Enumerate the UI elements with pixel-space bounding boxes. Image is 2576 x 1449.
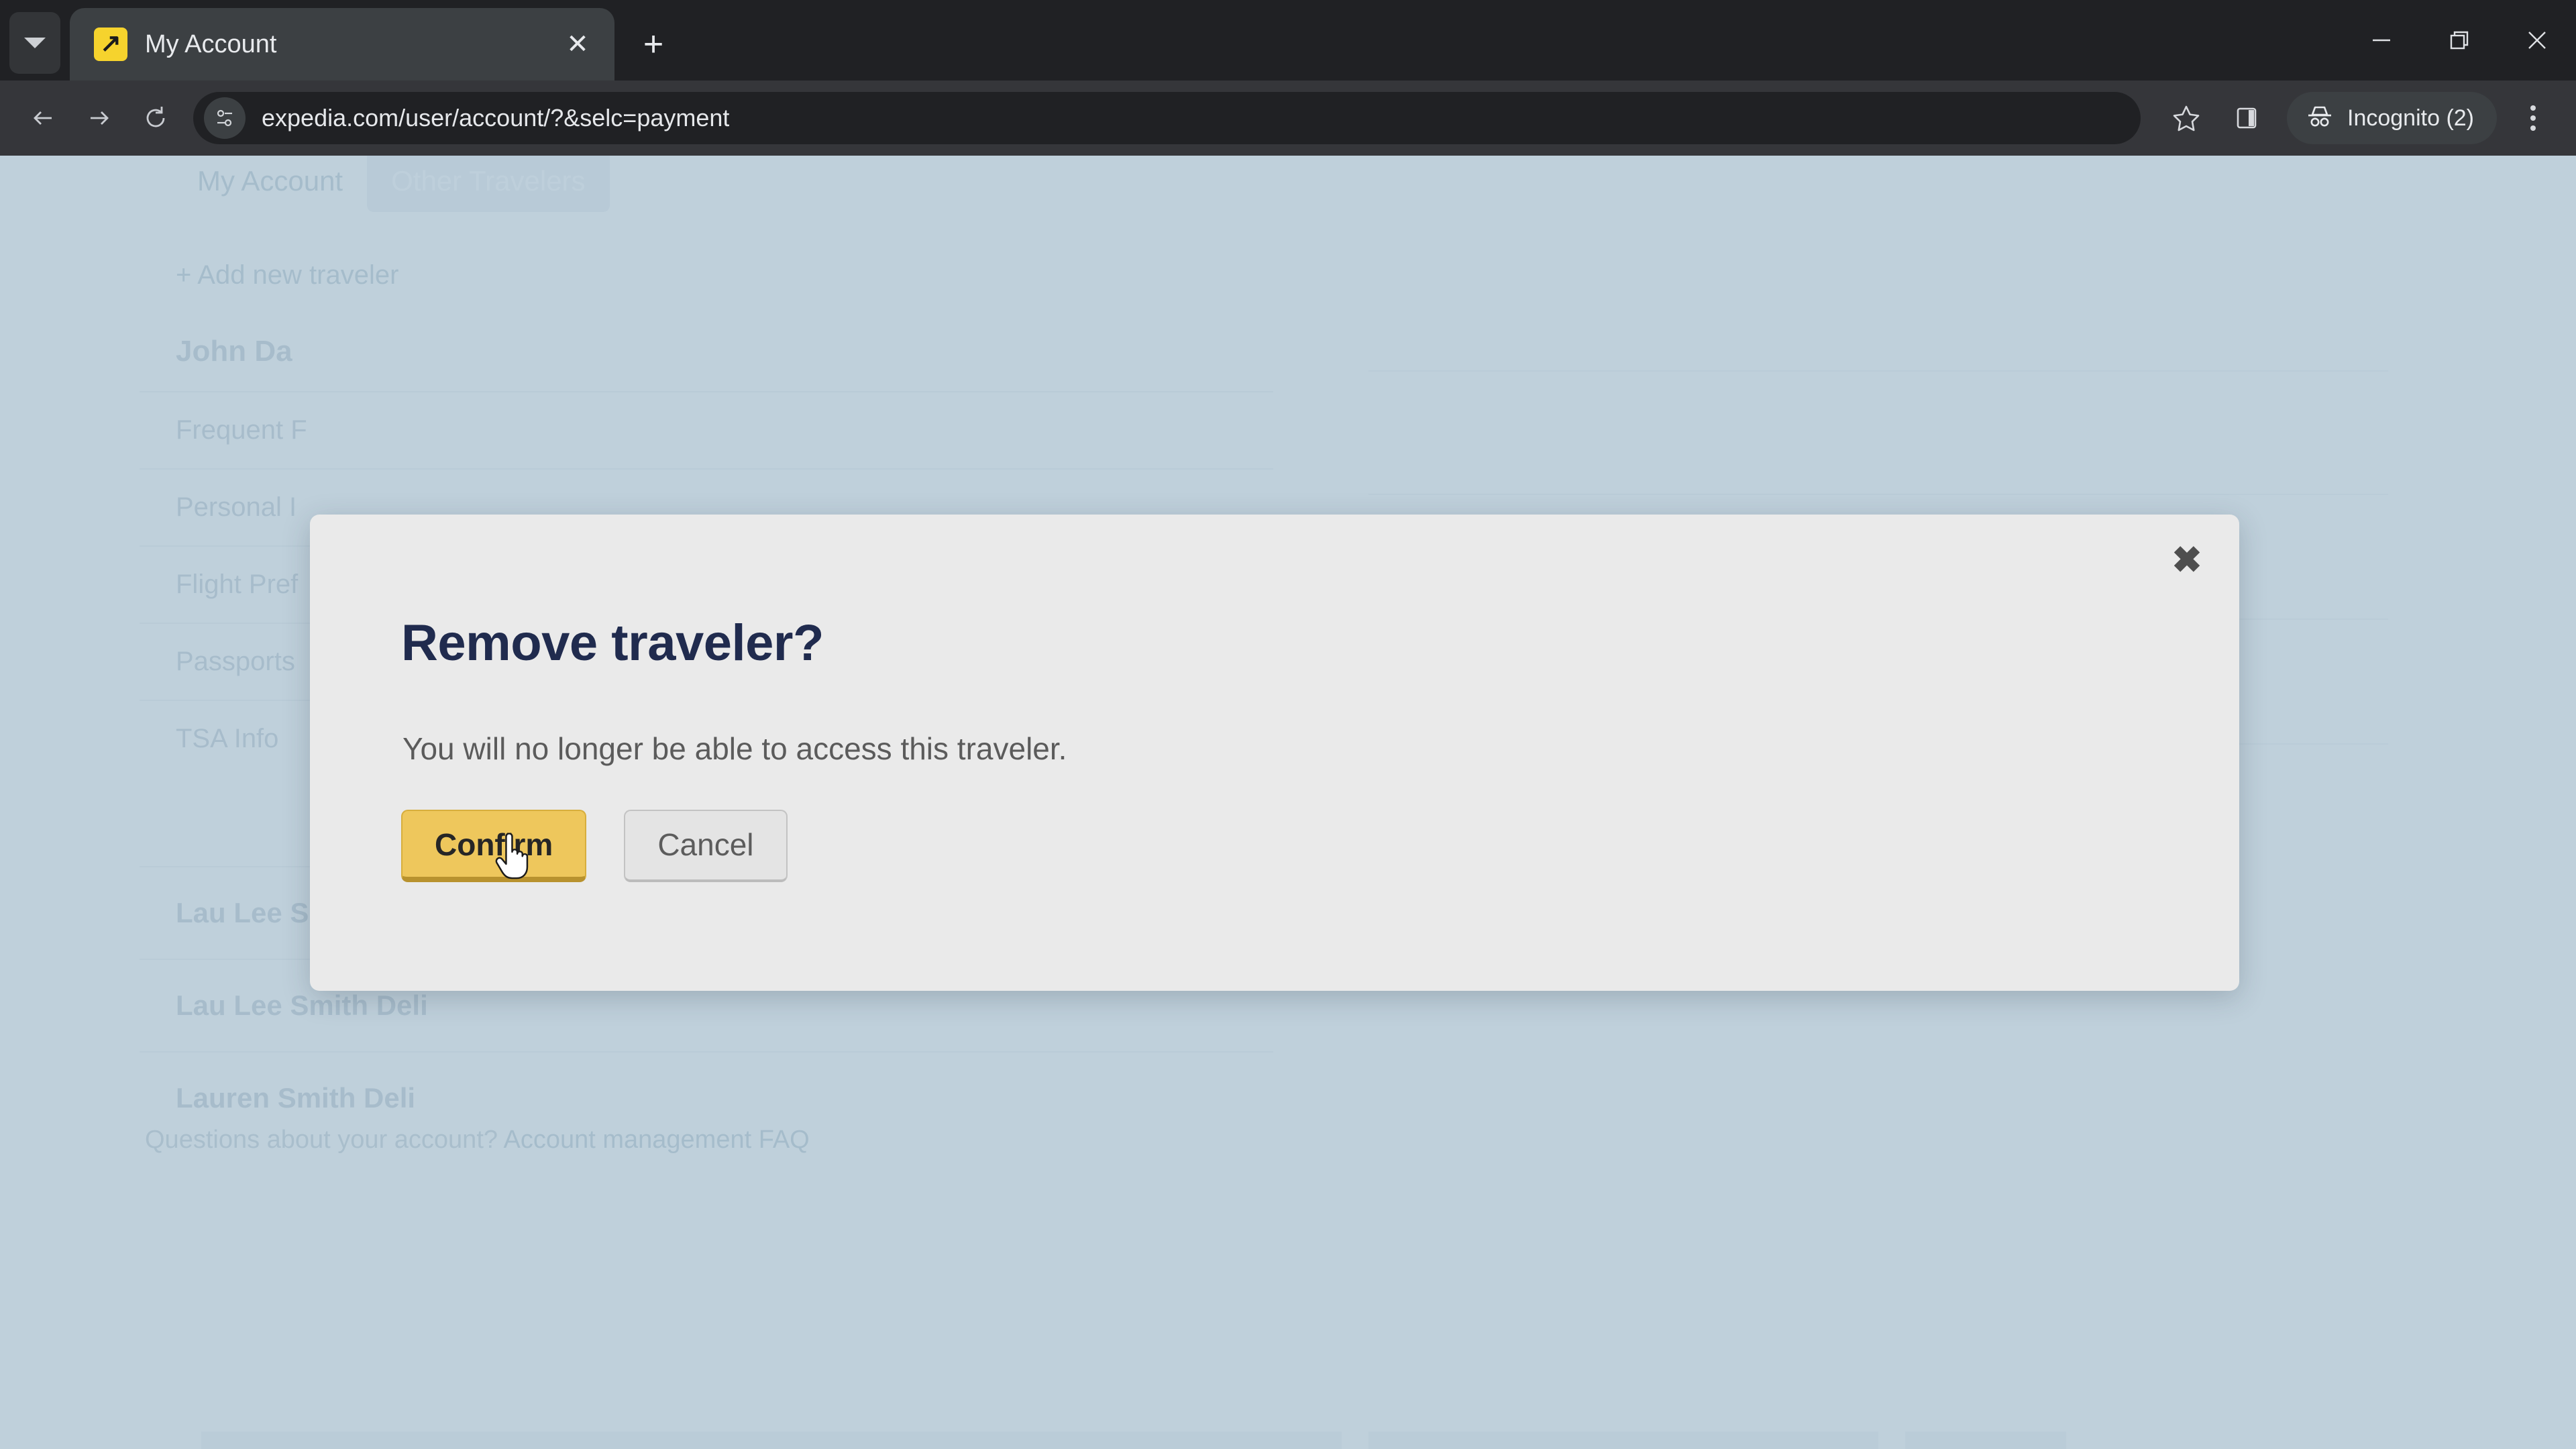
kebab-dot <box>2530 115 2536 121</box>
forward-button[interactable] <box>71 90 127 146</box>
kebab-dot <box>2530 105 2536 111</box>
star-icon[interactable] <box>2158 90 2214 146</box>
profile-label: Incognito (2) <box>2347 105 2474 131</box>
close-icon[interactable]: ✖ <box>2163 536 2211 584</box>
dialog-body-text: You will no longer be able to access thi… <box>402 731 1067 766</box>
site-settings-icon[interactable] <box>204 97 246 139</box>
reload-button[interactable] <box>127 90 184 146</box>
address-bar[interactable]: expedia.com/user/account/?&selc=payment <box>193 92 2141 144</box>
profile-incognito-button[interactable]: Incognito (2) <box>2287 92 2497 144</box>
new-tab-button[interactable]: + <box>629 20 678 68</box>
chevron-down-icon <box>24 38 46 48</box>
tab-title: My Account <box>145 30 277 58</box>
incognito-icon <box>2304 101 2335 136</box>
expedia-account-page: My Account Other Travelers + Add new tra… <box>0 156 2576 1449</box>
favicon-arrow-icon: ↗ <box>100 30 121 58</box>
kebab-menu-icon[interactable] <box>2505 90 2561 146</box>
maximize-button[interactable] <box>2420 0 2498 80</box>
browser-window: ↗ My Account ✕ + expedia.com/user/accoun… <box>0 0 2576 1449</box>
browser-toolbar: expedia.com/user/account/?&selc=payment <box>0 80 2576 156</box>
page-viewport: My Account Other Travelers + Add new tra… <box>0 156 2576 1449</box>
tab-strip: ↗ My Account ✕ + <box>0 0 2576 80</box>
expedia-favicon: ↗ <box>94 28 127 61</box>
cancel-button[interactable]: Cancel <box>624 810 788 882</box>
back-button[interactable] <box>15 90 71 146</box>
kebab-dot <box>2530 125 2536 131</box>
browser-tab[interactable]: ↗ My Account ✕ <box>70 8 614 80</box>
dialog-actions: Confirm Cancel <box>401 810 788 882</box>
tab-search-button[interactable] <box>9 12 60 74</box>
dialog-title: Remove traveler? <box>401 614 824 672</box>
close-window-button[interactable] <box>2498 0 2576 80</box>
remove-traveler-dialog: ✖ Remove traveler? You will no longer be… <box>310 515 2239 991</box>
close-icon[interactable]: ✕ <box>558 25 597 64</box>
confirm-button[interactable]: Confirm <box>401 810 587 882</box>
window-controls <box>2343 0 2576 80</box>
side-panel-icon[interactable] <box>2218 90 2275 146</box>
minimize-button[interactable] <box>2343 0 2420 80</box>
url-text: expedia.com/user/account/?&selc=payment <box>262 104 730 131</box>
